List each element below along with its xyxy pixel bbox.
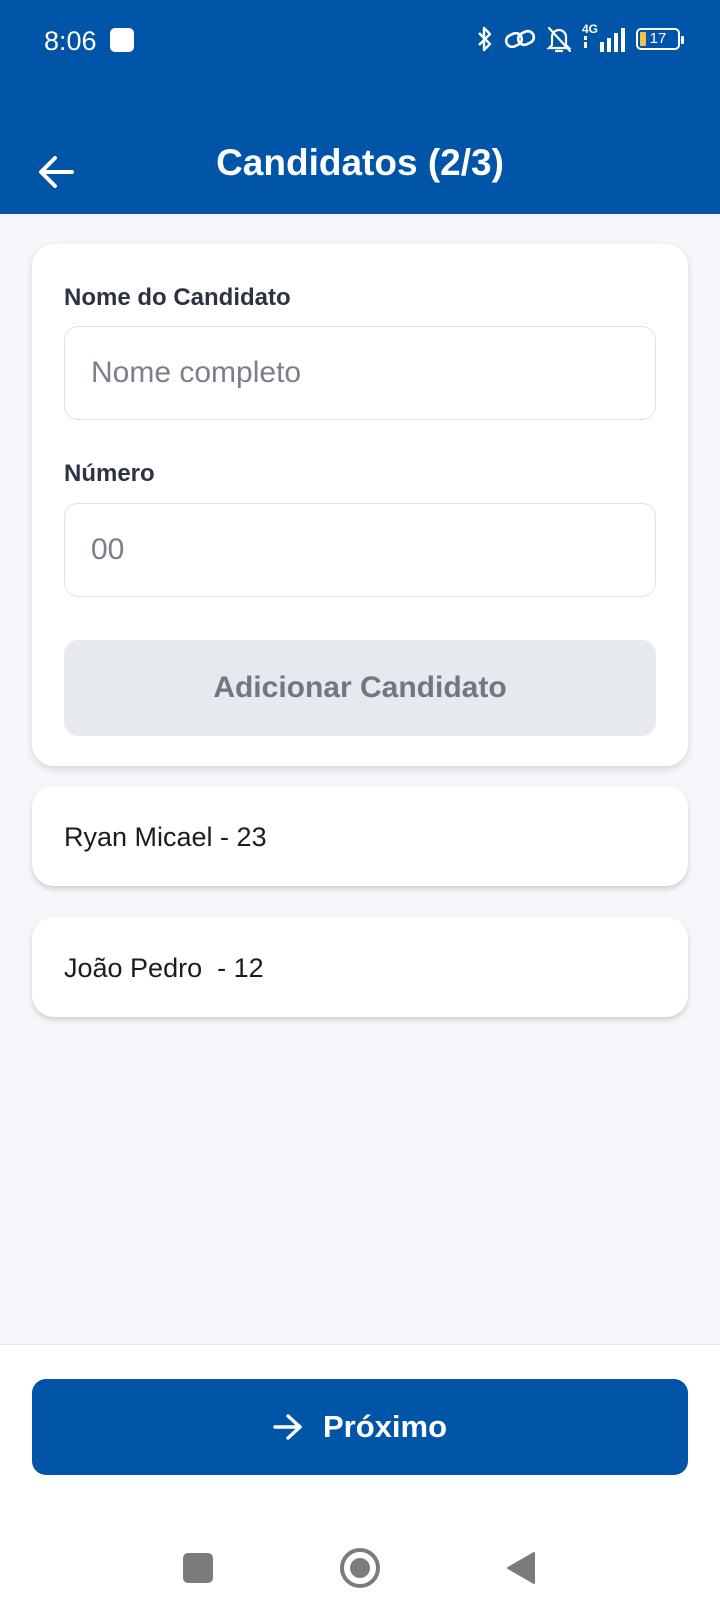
- app-header: 8:06 4G 17 Candidatos (2/3): [0, 0, 720, 214]
- arrow-right-icon: [273, 1414, 302, 1440]
- bell-off-icon: [546, 26, 572, 53]
- candidate-label: João Pedro - 12: [64, 953, 264, 983]
- signal-icon: 4G: [582, 22, 626, 54]
- next-button[interactable]: Próximo: [32, 1379, 688, 1475]
- battery-icon: 17: [636, 28, 684, 50]
- status-icons: 4G 17: [476, 22, 684, 54]
- status-time: 8:06: [44, 26, 97, 56]
- status-bar: 8:06 4G 17: [0, 0, 720, 80]
- next-button-label: Próximo: [322, 1409, 448, 1444]
- number-field-label: Número: [64, 460, 155, 487]
- candidate-label: Ryan Micael - 23: [64, 822, 267, 852]
- link-icon: [504, 29, 536, 49]
- name-field-label: Nome do Candidato: [64, 284, 291, 311]
- number-input[interactable]: [64, 503, 656, 597]
- recent-apps-icon[interactable]: [183, 1553, 213, 1583]
- system-nav-bar: [0, 1525, 720, 1600]
- bottom-bar: Próximo: [0, 1344, 720, 1600]
- bluetooth-icon: [478, 26, 492, 52]
- page-title: Candidatos (2/3): [216, 142, 504, 183]
- candidate-list-item[interactable]: João Pedro - 12: [32, 917, 688, 1017]
- nav-back-icon[interactable]: [506, 1551, 536, 1585]
- candidate-form-card: Nome do Candidato Número Adicionar Candi…: [32, 244, 688, 766]
- home-icon[interactable]: [340, 1548, 380, 1588]
- battery-level: 17: [649, 30, 667, 47]
- screen: 8:06 4G 17 Candidatos (2/3) Nome do Cand…: [0, 0, 720, 1600]
- notification-icon: [110, 28, 134, 52]
- add-candidate-button[interactable]: Adicionar Candidato: [64, 640, 656, 736]
- name-input[interactable]: [64, 326, 656, 420]
- candidate-list-item[interactable]: Ryan Micael - 23: [32, 786, 688, 886]
